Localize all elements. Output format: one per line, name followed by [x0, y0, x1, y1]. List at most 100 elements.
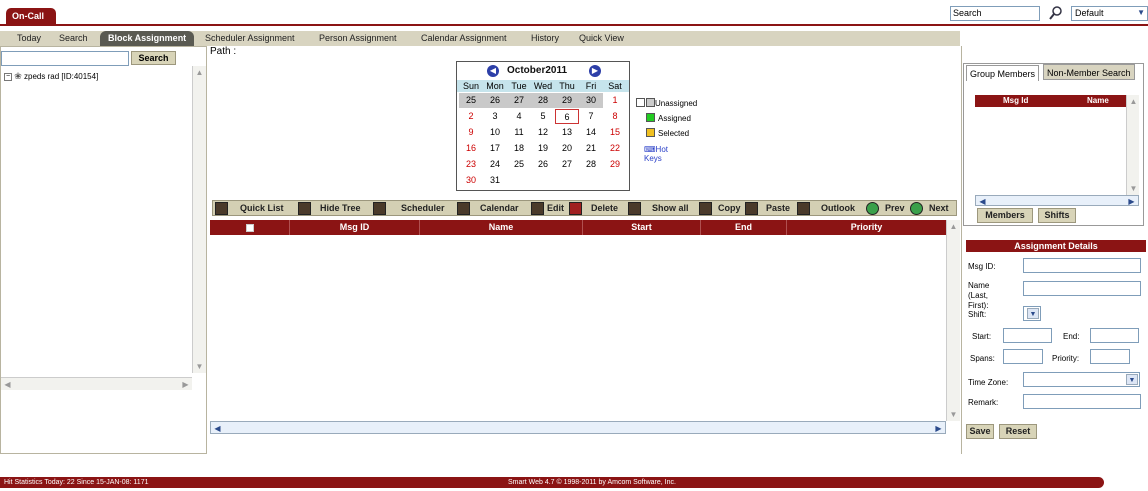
show-all-icon[interactable] — [628, 202, 641, 215]
next-icon[interactable] — [910, 202, 923, 215]
calendar-day[interactable]: 22 — [603, 141, 627, 156]
calendar-day[interactable]: 12 — [531, 125, 555, 140]
col-msg-id[interactable]: Msg ID — [290, 220, 420, 235]
paste-icon[interactable] — [745, 202, 758, 215]
msg-id-input[interactable] — [1023, 258, 1141, 273]
name-input[interactable] — [1023, 281, 1141, 296]
tree-node[interactable]: − ❀ zpeds rad [ID:40154] — [4, 71, 98, 82]
paste-button[interactable]: Paste — [766, 202, 790, 215]
calendar-day[interactable]: 24 — [483, 157, 507, 172]
tree-search-input[interactable] — [1, 51, 129, 66]
delete-button[interactable]: Delete — [591, 202, 618, 215]
calendar-day[interactable]: 1 — [603, 93, 627, 108]
calendar-day[interactable]: 9 — [459, 125, 483, 140]
view-select[interactable]: Default ▼ — [1071, 6, 1148, 21]
hot-keys-link[interactable]: ⌨Hot Keys — [644, 145, 668, 163]
calendar-day[interactable]: 7 — [579, 109, 603, 124]
calendar-day[interactable]: 31 — [483, 173, 507, 188]
save-button[interactable]: Save — [966, 424, 994, 439]
calendar-icon[interactable] — [457, 202, 470, 215]
time-zone-select[interactable]: ▼ — [1023, 372, 1140, 387]
edit-icon[interactable] — [531, 202, 544, 215]
calendar-day[interactable]: 30 — [459, 173, 483, 188]
col-members-msg-id[interactable]: Msg Id — [1003, 96, 1028, 105]
copy-button[interactable]: Copy — [718, 202, 741, 215]
nav-today[interactable]: Today — [17, 31, 41, 46]
calendar-day[interactable]: 17 — [483, 141, 507, 156]
col-priority[interactable]: Priority — [787, 220, 946, 235]
scheduler-icon[interactable] — [373, 202, 386, 215]
copy-icon[interactable] — [699, 202, 712, 215]
scroll-left-icon[interactable]: ◀ — [976, 195, 989, 208]
calendar-day[interactable]: 8 — [603, 109, 627, 124]
tree-horizontal-scrollbar[interactable]: ◀ ▶ — [1, 377, 192, 390]
calendar-day[interactable]: 5 — [531, 109, 555, 124]
members-horizontal-scrollbar[interactable]: ◀ ▶ — [975, 195, 1139, 206]
calendar-day[interactable]: 3 — [483, 109, 507, 124]
calendar-day[interactable]: 20 — [555, 141, 579, 156]
tree-search-button[interactable]: Search — [131, 51, 176, 65]
edit-button[interactable]: Edit — [547, 202, 564, 215]
scroll-down-icon[interactable]: ▼ — [193, 360, 206, 373]
delete-icon[interactable] — [569, 202, 582, 215]
calendar-button[interactable]: Calendar — [480, 202, 519, 215]
hide-tree-icon[interactable] — [298, 202, 311, 215]
shifts-button[interactable]: Shifts — [1038, 208, 1076, 223]
quick-list-button[interactable]: Quick List — [240, 202, 284, 215]
calendar-day[interactable]: 6 — [555, 109, 579, 124]
reset-button[interactable]: Reset — [999, 424, 1037, 439]
nav-block-assignment[interactable]: Block Assignment — [100, 31, 195, 46]
calendar-day[interactable]: 21 — [579, 141, 603, 156]
calendar-day[interactable]: 23 — [459, 157, 483, 172]
col-members-name[interactable]: Name — [1087, 96, 1109, 105]
calendar-day[interactable]: 29 — [555, 93, 579, 108]
calendar-day[interactable]: 28 — [579, 157, 603, 172]
members-button[interactable]: Members — [977, 208, 1033, 223]
calendar-day[interactable]: 16 — [459, 141, 483, 156]
col-name[interactable]: Name — [420, 220, 583, 235]
nav-search[interactable]: Search — [59, 31, 88, 46]
prev-month-icon[interactable]: ◀ — [487, 65, 499, 77]
calendar-day[interactable]: 14 — [579, 125, 603, 140]
next-month-icon[interactable]: ▶ — [589, 65, 601, 77]
scroll-right-icon[interactable]: ▶ — [1125, 195, 1138, 208]
end-input[interactable] — [1090, 328, 1139, 343]
prev-icon[interactable] — [866, 202, 879, 215]
members-vertical-scrollbar[interactable]: ▲ ▼ — [1126, 95, 1139, 195]
global-search-input[interactable]: Search — [950, 6, 1040, 21]
collapse-icon[interactable]: − — [4, 72, 12, 81]
prev-button[interactable]: Prev — [885, 202, 905, 215]
calendar-day[interactable]: 27 — [555, 157, 579, 172]
calendar-day[interactable]: 10 — [483, 125, 507, 140]
show-all-button[interactable]: Show all — [652, 202, 689, 215]
search-icon[interactable] — [1048, 5, 1064, 21]
calendar-day[interactable]: 2 — [459, 109, 483, 124]
app-tab-oncall[interactable]: On-Call — [6, 8, 56, 24]
scroll-down-icon[interactable]: ▼ — [947, 408, 960, 421]
scroll-up-icon[interactable]: ▲ — [947, 220, 960, 233]
scroll-left-icon[interactable]: ◀ — [211, 422, 224, 435]
scheduler-button[interactable]: Scheduler — [401, 202, 445, 215]
select-all-checkbox[interactable] — [245, 223, 254, 232]
scroll-right-icon[interactable]: ▶ — [932, 422, 945, 435]
tree-vertical-scrollbar[interactable]: ▲ ▼ — [192, 66, 206, 373]
next-button[interactable]: Next — [929, 202, 949, 215]
nav-scheduler-assignment[interactable]: Scheduler Assignment — [205, 31, 295, 46]
calendar-day[interactable]: 18 — [507, 141, 531, 156]
scroll-down-icon[interactable]: ▼ — [1127, 182, 1140, 195]
shift-select[interactable]: ▼ — [1023, 306, 1041, 321]
scroll-up-icon[interactable]: ▲ — [193, 66, 206, 79]
scroll-left-icon[interactable]: ◀ — [1, 378, 14, 391]
nav-person-assignment[interactable]: Person Assignment — [319, 31, 397, 46]
scroll-up-icon[interactable]: ▲ — [1127, 95, 1140, 108]
calendar-day[interactable]: 11 — [507, 125, 531, 140]
calendar-day[interactable]: 19 — [531, 141, 555, 156]
calendar-day[interactable]: 4 — [507, 109, 531, 124]
nav-calendar-assignment[interactable]: Calendar Assignment — [421, 31, 507, 46]
hide-tree-button[interactable]: Hide Tree — [320, 202, 361, 215]
outlook-icon[interactable] — [797, 202, 810, 215]
calendar-day[interactable]: 26 — [483, 93, 507, 108]
grid-vertical-scrollbar[interactable]: ▲ ▼ — [946, 220, 960, 421]
calendar-day[interactable]: 27 — [507, 93, 531, 108]
calendar-day[interactable]: 30 — [579, 93, 603, 108]
